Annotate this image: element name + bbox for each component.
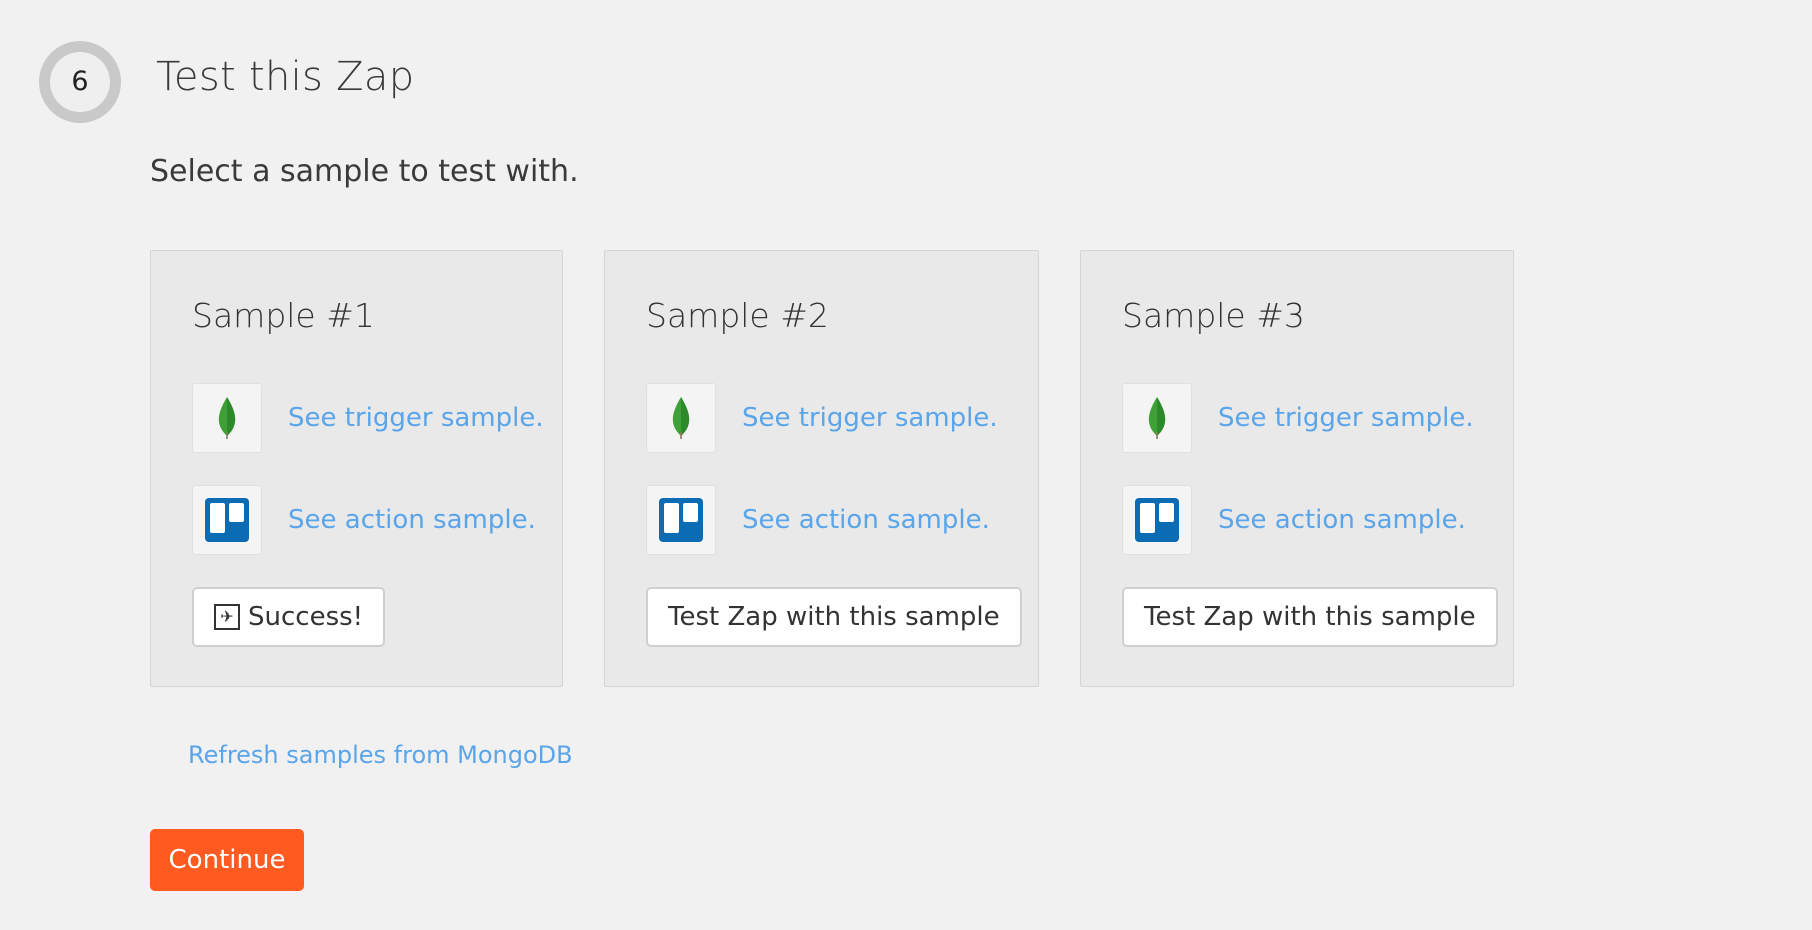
sample-card-2: Sample #2 See trigger sample. See action… [604, 250, 1039, 687]
action-sample-row: See action sample. [646, 485, 990, 555]
button-label: Success! [248, 602, 364, 632]
see-trigger-sample-link[interactable]: See trigger sample. [742, 403, 998, 433]
see-trigger-sample-link[interactable]: See trigger sample. [288, 403, 544, 433]
step-title: Test this Zap [156, 54, 415, 100]
see-action-sample-link[interactable]: See action sample. [1218, 505, 1466, 535]
continue-button[interactable]: Continue [150, 829, 304, 891]
test-zap-sample-2-button[interactable]: Test Zap with this sample [646, 587, 1022, 647]
sample-card-title: Sample #3 [1122, 296, 1305, 335]
paper-plane-icon: ✈ [214, 604, 240, 630]
sample-card-title: Sample #1 [192, 296, 375, 335]
sample-card-title: Sample #2 [646, 296, 829, 335]
refresh-samples-link[interactable]: Refresh samples from MongoDB [188, 741, 573, 769]
trigger-sample-row: See trigger sample. [646, 383, 998, 453]
sample-card-3: Sample #3 See trigger sample. See action… [1080, 250, 1514, 687]
trello-icon [192, 485, 262, 555]
sample-1-success-button[interactable]: ✈ Success! [192, 587, 386, 647]
sample-card-1: Sample #1 See trigger sample. See action… [150, 250, 563, 687]
trigger-sample-row: See trigger sample. [192, 383, 544, 453]
mongodb-leaf-icon [192, 383, 262, 453]
page-subtitle: Select a sample to test with. [150, 154, 579, 189]
mongodb-leaf-icon [646, 383, 716, 453]
step-number: 6 [50, 52, 110, 112]
see-action-sample-link[interactable]: See action sample. [288, 505, 536, 535]
trello-icon [646, 485, 716, 555]
trello-icon [1122, 485, 1192, 555]
see-action-sample-link[interactable]: See action sample. [742, 505, 990, 535]
test-zap-sample-3-button[interactable]: Test Zap with this sample [1122, 587, 1498, 647]
trigger-sample-row: See trigger sample. [1122, 383, 1474, 453]
action-sample-row: See action sample. [1122, 485, 1466, 555]
action-sample-row: See action sample. [192, 485, 536, 555]
step-number-badge: 6 [39, 41, 121, 123]
mongodb-leaf-icon [1122, 383, 1192, 453]
see-trigger-sample-link[interactable]: See trigger sample. [1218, 403, 1474, 433]
